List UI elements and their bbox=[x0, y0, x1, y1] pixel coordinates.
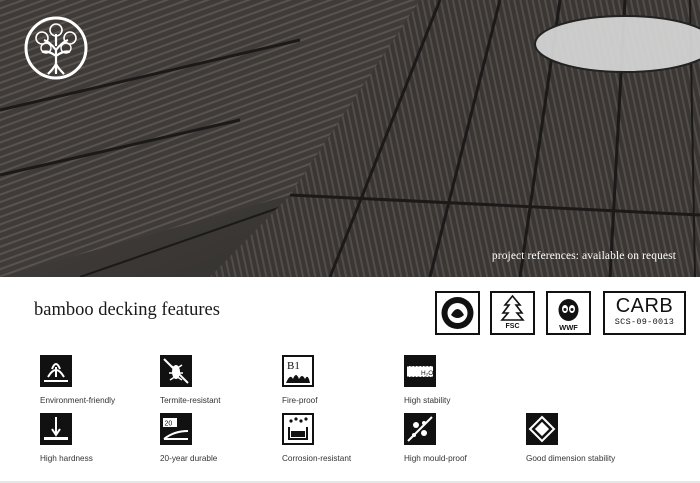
feature-high-stability: H₂O High stability bbox=[404, 355, 534, 405]
feature-label: Good dimension stability bbox=[526, 454, 616, 463]
svg-text:H₂O: H₂O bbox=[421, 370, 433, 377]
tree-logo bbox=[24, 16, 88, 80]
fire-proof-icon: B1 bbox=[282, 355, 314, 387]
greenlabel-badge bbox=[435, 291, 480, 335]
section-heading: bamboo decking features bbox=[34, 300, 220, 320]
feature-label: Fire-proof bbox=[282, 396, 318, 405]
wwf-icon: WWF bbox=[558, 299, 579, 332]
dimension-stability-icon bbox=[526, 413, 558, 445]
svg-text:B1: B1 bbox=[287, 360, 300, 372]
high-hardness-icon bbox=[40, 413, 72, 445]
feature-good-dimension-stability: Good dimension stability bbox=[526, 413, 656, 463]
carb-code: SCS-09-0013 bbox=[614, 317, 675, 327]
feature-high-mould-proof: High mould-proof bbox=[404, 413, 534, 463]
feature-label: High mould-proof bbox=[404, 454, 467, 463]
feature-termite-resistant: Termite-resistant bbox=[160, 355, 290, 405]
mould-proof-icon bbox=[404, 413, 436, 445]
feature-label: 20-year durable bbox=[160, 454, 218, 463]
bamboo-deck-photo bbox=[0, 0, 700, 277]
feature-label: Termite-resistant bbox=[160, 396, 221, 405]
fsc-badge: FSC bbox=[490, 291, 535, 335]
durable-icon: 20 bbox=[160, 413, 192, 445]
high-stability-icon: H₂O bbox=[404, 355, 436, 387]
feature-label: High hardness bbox=[40, 454, 93, 463]
svg-text:FSC: FSC bbox=[506, 323, 520, 330]
feature-fire-proof: B1 Fire-proof bbox=[282, 355, 412, 405]
feature-corrosion-resistant: Corrosion-resistant bbox=[282, 413, 412, 463]
feature-high-hardness: High hardness bbox=[40, 413, 170, 463]
svg-text:WWF: WWF bbox=[559, 323, 578, 332]
svg-text:20: 20 bbox=[165, 421, 173, 428]
feature-label: Corrosion-resistant bbox=[282, 454, 352, 463]
carb-badge: CARB SCS-09-0013 bbox=[603, 291, 686, 335]
corrosion-resistant-icon bbox=[282, 413, 314, 445]
wwf-badge: WWF bbox=[546, 291, 591, 335]
feature-label: Environment-friendly bbox=[40, 396, 116, 405]
tree-of-life-icon bbox=[24, 16, 88, 80]
feature-label: High stability bbox=[404, 396, 451, 405]
hero-image: project references: available on request bbox=[0, 0, 700, 277]
carb-title: CARB bbox=[615, 295, 674, 317]
environment-friendly-icon bbox=[40, 355, 72, 387]
feature-20-year-durable: 20 20-year durable bbox=[160, 413, 290, 463]
termite-resistant-icon bbox=[160, 355, 192, 387]
feature-environment-friendly: Environment-friendly bbox=[40, 355, 170, 405]
fsc-icon: FSC bbox=[500, 294, 525, 330]
greenlabel-icon bbox=[441, 297, 474, 329]
hero-caption: project references: available on request bbox=[491, 250, 676, 262]
